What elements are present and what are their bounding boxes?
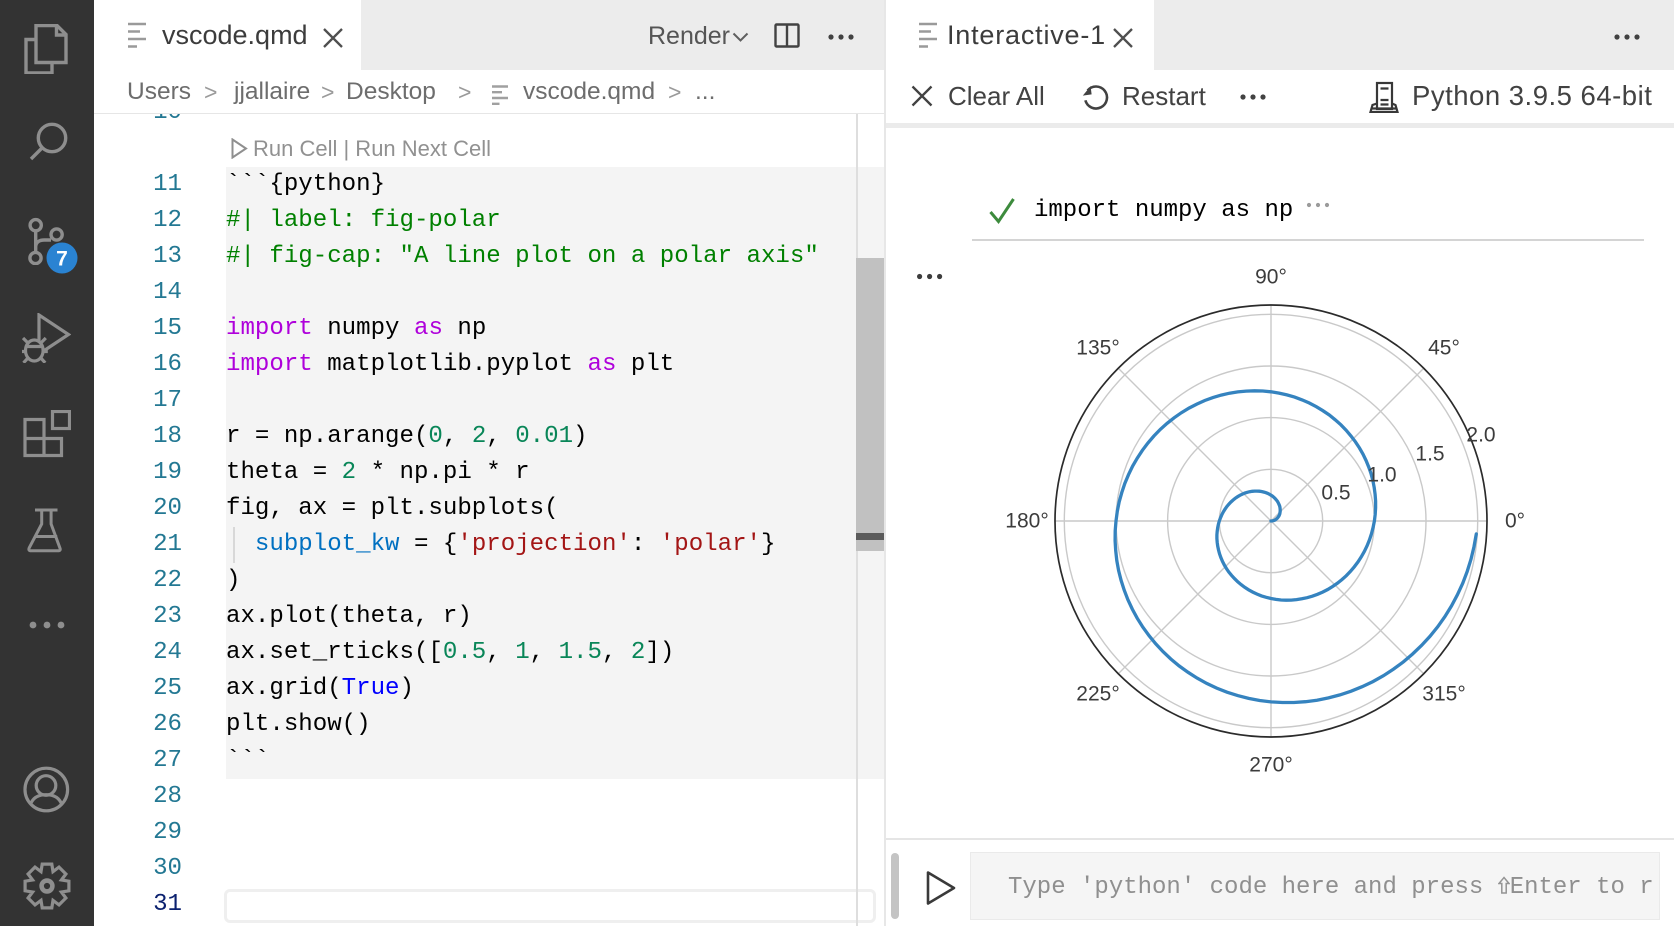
svg-text:225°: 225° <box>1076 683 1119 706</box>
svg-text:270°: 270° <box>1249 754 1292 777</box>
svg-text:45°: 45° <box>1428 337 1460 360</box>
svg-text:0°: 0° <box>1505 510 1525 533</box>
svg-text:315°: 315° <box>1422 683 1465 706</box>
svg-text:0.5: 0.5 <box>1321 482 1350 505</box>
svg-text:90°: 90° <box>1255 266 1287 289</box>
svg-text:7: 7 <box>56 248 68 271</box>
svg-text:1.5: 1.5 <box>1415 443 1444 466</box>
svg-text:135°: 135° <box>1076 337 1119 360</box>
svg-text:1.0: 1.0 <box>1367 464 1396 487</box>
svg-text:2.0: 2.0 <box>1466 424 1495 447</box>
svg-text:180°: 180° <box>1005 510 1048 533</box>
